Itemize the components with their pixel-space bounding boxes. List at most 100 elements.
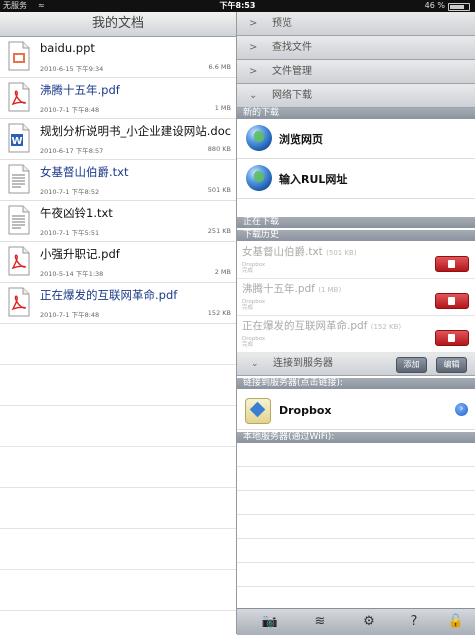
history-source: Dropbox 完成 bbox=[242, 262, 265, 274]
history-file-name: 正在爆发的互联网革命.pdf bbox=[242, 320, 368, 332]
side-panel: > 预览 > 查找文件 > 文件管理 ⌄ 网络下载 新的下载 浏览网页 输入RU… bbox=[237, 12, 475, 635]
lock-icon[interactable]: 🔓 bbox=[441, 609, 471, 635]
wifi-icon[interactable]: ≋ bbox=[305, 609, 335, 635]
document-name: 午夜凶铃1.txt bbox=[40, 206, 113, 220]
document-name: 小强升职记.pdf bbox=[40, 247, 120, 261]
document-size: 501 KB bbox=[207, 186, 231, 194]
history-file-size: (152 KB) bbox=[370, 323, 402, 331]
delete-button[interactable] bbox=[435, 293, 469, 309]
new-download-header: 新的下载 bbox=[237, 108, 475, 119]
chevron-right-icon: > bbox=[249, 18, 258, 29]
history-source: Dropbox 完成 bbox=[242, 336, 265, 348]
history-status: 完成 bbox=[242, 305, 254, 311]
linked-servers-header: 链接到服务器(点击链接): bbox=[237, 378, 475, 389]
menu-find-file[interactable]: > 查找文件 bbox=[237, 36, 475, 60]
doc-file-icon: W bbox=[8, 123, 30, 153]
history-title: 沸腾十五年.pdf (1 MB) bbox=[242, 281, 341, 296]
local-server-header: 本地服务器(通过WiFi): bbox=[237, 432, 475, 443]
pdf-file-icon bbox=[8, 246, 30, 276]
help-icon[interactable]: ? bbox=[399, 609, 429, 635]
clock: 下午8:53 bbox=[219, 1, 256, 10]
enter-url-row[interactable]: 输入RUL网址 bbox=[237, 159, 475, 199]
document-date: 2010-6-17 下午8:57 bbox=[40, 147, 104, 155]
globe-icon bbox=[246, 165, 272, 191]
document-row[interactable]: 沸腾十五年.pdf 2010-7-1 下午8:48 1 MB bbox=[0, 78, 236, 119]
document-row[interactable]: baidu.ppt 2010-6-15 下午9:34 6.6 MB bbox=[0, 37, 236, 78]
document-date: 2010-7-1 下午8:52 bbox=[40, 188, 100, 196]
document-size: 2 MB bbox=[214, 268, 231, 276]
chevron-down-icon: ⌄ bbox=[249, 90, 258, 101]
document-row[interactable]: 午夜凶铃1.txt 2010-7-1 下午5:51 251 KB bbox=[0, 201, 236, 242]
menu-label: 预览 bbox=[272, 18, 292, 29]
document-size: 880 KB bbox=[207, 145, 231, 153]
connect-server-bar: ⌄ 连接到服务器 添加 编辑 bbox=[237, 353, 475, 376]
document-size: 1 MB bbox=[214, 104, 231, 112]
document-name: baidu.ppt bbox=[40, 41, 95, 55]
document-row[interactable]: 正在爆发的互联网革命.pdf 2010-7-1 下午8:48 152 KB bbox=[0, 283, 236, 324]
history-file-name: 沸腾十五年.pdf bbox=[242, 283, 315, 295]
globe-icon bbox=[246, 125, 272, 151]
history-header: 下载历史 bbox=[237, 230, 475, 241]
history-row[interactable]: 女基督山伯爵.txt (501 KB) Dropbox 完成 bbox=[237, 242, 475, 279]
document-size: 152 KB bbox=[207, 309, 231, 317]
gear-icon[interactable]: ⚙ bbox=[354, 609, 384, 635]
history-title: 女基督山伯爵.txt (501 KB) bbox=[242, 244, 357, 259]
history-file-size: (501 KB) bbox=[326, 249, 357, 257]
ppt-file-icon bbox=[8, 41, 30, 71]
menu-label: 文件管理 bbox=[272, 66, 312, 77]
dropbox-label: Dropbox bbox=[279, 404, 332, 417]
document-list-pane: 我的文档 baidu.ppt 2010-6-15 下午9:34 6.6 MB 沸腾十五… bbox=[0, 12, 237, 634]
document-name: 正在爆发的互联网革命.pdf bbox=[40, 288, 178, 302]
document-row[interactable]: W 规划分析说明书_小企业建设网站.doc 2010-6-17 下午8:57 880 … bbox=[0, 119, 236, 160]
document-name: 女基督山伯爵.txt bbox=[40, 165, 129, 179]
document-name: 沸腾十五年.pdf bbox=[40, 83, 120, 97]
camera-icon[interactable]: 📷 bbox=[255, 609, 285, 635]
pane-title: 我的文档 bbox=[0, 12, 236, 37]
chevron-down-icon: ⌄ bbox=[251, 359, 259, 369]
menu-label: 查找文件 bbox=[272, 42, 312, 53]
history-source: Dropbox 完成 bbox=[242, 299, 265, 311]
menu-label: 网络下载 bbox=[272, 90, 312, 101]
menu-preview[interactable]: > 预览 bbox=[237, 12, 475, 36]
chevron-right-icon: > bbox=[249, 42, 258, 53]
battery-icon bbox=[448, 3, 470, 11]
document-date: 2010-6-15 下午9:34 bbox=[40, 65, 104, 73]
downloading-header: 正在下载 bbox=[237, 217, 475, 228]
history-status: 完成 bbox=[242, 268, 254, 274]
history-file-name: 女基督山伯爵.txt bbox=[242, 246, 323, 258]
txt-file-icon bbox=[8, 205, 30, 235]
connect-server-label: 连接到服务器 bbox=[273, 358, 333, 369]
battery-percent: 46 % bbox=[424, 1, 445, 10]
history-row[interactable]: 正在爆发的互联网革命.pdf (152 KB) Dropbox 完成 bbox=[237, 316, 475, 353]
document-size: 6.6 MB bbox=[208, 63, 231, 71]
history-row[interactable]: 沸腾十五年.pdf (1 MB) Dropbox 完成 bbox=[237, 279, 475, 316]
document-row[interactable]: 小强升职记.pdf 2010-5-14 下午1:38 2 MB bbox=[0, 242, 236, 283]
history-title: 正在爆发的互联网革命.pdf (152 KB) bbox=[242, 318, 401, 333]
document-name: 规划分析说明书_小企业建设网站.doc bbox=[40, 124, 232, 138]
svg-text:W: W bbox=[11, 136, 22, 147]
document-size: 251 KB bbox=[207, 227, 231, 235]
document-row[interactable]: 女基督山伯爵.txt 2010-7-1 下午8:52 501 KB bbox=[0, 160, 236, 201]
delete-button[interactable] bbox=[435, 330, 469, 346]
pdf-file-icon bbox=[8, 287, 30, 317]
history-file-size: (1 MB) bbox=[318, 286, 342, 294]
document-date: 2010-5-14 下午1:38 bbox=[40, 270, 104, 278]
browse-web-label: 浏览网页 bbox=[279, 133, 323, 146]
history-status: 完成 bbox=[242, 342, 254, 348]
pdf-file-icon bbox=[8, 82, 30, 112]
local-server-list bbox=[237, 443, 475, 608]
document-date: 2010-7-1 下午8:48 bbox=[40, 311, 100, 319]
delete-button[interactable] bbox=[435, 256, 469, 272]
edit-server-button[interactable]: 编辑 bbox=[436, 357, 467, 373]
chevron-right-icon: > bbox=[249, 66, 258, 77]
menu-network-download[interactable]: ⌄ 网络下载 bbox=[237, 84, 475, 108]
add-server-button[interactable]: 添加 bbox=[396, 357, 427, 373]
disclosure-arrow-icon[interactable]: › bbox=[455, 403, 468, 416]
menu-file-manager[interactable]: > 文件管理 bbox=[237, 60, 475, 84]
browse-web-row[interactable]: 浏览网页 bbox=[237, 119, 475, 159]
document-date: 2010-7-1 下午8:48 bbox=[40, 106, 100, 114]
status-bar: 无服务 ≈ 下午8:53 46 % bbox=[0, 0, 475, 12]
txt-file-icon bbox=[8, 164, 30, 194]
dropbox-server-row[interactable]: Dropbox › bbox=[237, 391, 475, 430]
enter-url-label: 输入RUL网址 bbox=[279, 173, 348, 186]
